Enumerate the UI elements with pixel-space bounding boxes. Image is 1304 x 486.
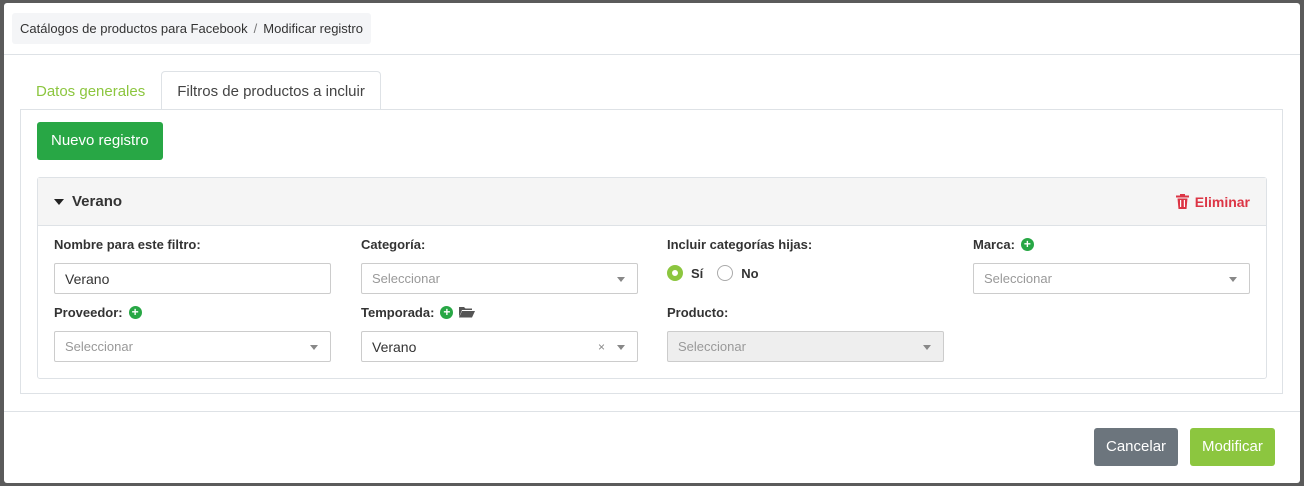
label-producto: Producto: — [667, 304, 729, 320]
delete-button[interactable]: Eliminar — [1175, 193, 1250, 210]
modify-button[interactable]: Modificar — [1190, 428, 1275, 466]
field-incluir: Incluir categorías hijas: Sí No — [667, 235, 944, 281]
producto-select: Seleccionar — [667, 331, 944, 362]
modal-dialog: Catálogos de productos para Facebook / Mod… — [4, 3, 1300, 483]
breadcrumb-separator: / — [253, 21, 258, 36]
label-nombre: Nombre para este filtro: — [54, 236, 201, 252]
tabs: Datos generales Filtros de productos a i… — [20, 71, 381, 111]
folder-open-icon[interactable] — [459, 306, 476, 318]
trash-icon — [1175, 194, 1189, 209]
field-temporada: Temporada: + Verano × — [361, 303, 638, 362]
delete-label: Eliminar — [1194, 193, 1250, 210]
label-temporada: Temporada: — [361, 304, 435, 320]
breadcrumb-item[interactable]: Catálogos de productos para Facebook — [20, 21, 248, 36]
categoria-select[interactable]: Seleccionar — [361, 263, 638, 294]
chevron-down-icon — [617, 345, 625, 350]
radio-no-label: No — [741, 265, 759, 281]
field-marca: Marca: + Seleccionar — [973, 235, 1250, 294]
modal-header: Catálogos de productos para Facebook / Mod… — [4, 3, 1300, 55]
breadcrumb: Catálogos de productos para Facebook / Mod… — [12, 13, 371, 44]
add-temporada-icon[interactable]: + — [440, 305, 454, 319]
filter-card-header[interactable]: Verano Eliminar — [38, 178, 1266, 226]
temporada-select[interactable]: Verano × — [361, 331, 638, 362]
chevron-down-icon — [617, 277, 625, 282]
label-proveedor: Proveedor: — [54, 304, 123, 320]
label-incluir: Incluir categorías hijas: — [667, 236, 813, 252]
cancel-button[interactable]: Cancelar — [1094, 428, 1179, 466]
label-categoria: Categoría: — [361, 236, 426, 252]
footer-divider — [4, 411, 1300, 412]
add-marca-icon[interactable]: + — [1020, 237, 1034, 251]
filter-title: Verano — [72, 193, 123, 210]
proveedor-placeholder: Seleccionar — [65, 339, 133, 354]
radio-unchecked-icon — [717, 265, 734, 281]
temporada-value: Verano — [372, 338, 417, 355]
label-marca: Marca: — [973, 236, 1015, 252]
breadcrumb-current: Modificar registro — [263, 21, 363, 36]
radio-no[interactable]: No — [717, 265, 759, 281]
field-producto: Producto: Seleccionar — [667, 303, 944, 362]
marca-placeholder: Seleccionar — [984, 271, 1052, 286]
new-record-button[interactable]: Nuevo registro — [37, 122, 163, 160]
filter-card: Verano Eliminar Nombre para este filtro:… — [37, 177, 1267, 379]
field-categoria: Categoría: Seleccionar — [361, 235, 638, 294]
radio-si[interactable]: Sí — [667, 265, 703, 281]
tab-datos-generales[interactable]: Datos generales — [20, 71, 161, 111]
producto-placeholder: Seleccionar — [678, 339, 746, 354]
radio-checked-icon — [667, 265, 683, 281]
tab-panel: Nuevo registro Verano Eliminar Nombre pa… — [20, 109, 1283, 394]
nombre-input[interactable]: Verano — [54, 263, 331, 294]
radio-si-label: Sí — [691, 265, 704, 281]
categoria-placeholder: Seleccionar — [372, 271, 440, 286]
chevron-down-icon — [310, 345, 318, 350]
add-proveedor-icon[interactable]: + — [128, 305, 142, 319]
caret-down-icon — [54, 198, 64, 205]
marca-select[interactable]: Seleccionar — [973, 263, 1250, 294]
field-proveedor: Proveedor: + Seleccionar — [54, 303, 331, 362]
chevron-down-icon — [923, 345, 931, 350]
clear-icon[interactable]: × — [598, 340, 605, 354]
proveedor-select[interactable]: Seleccionar — [54, 331, 331, 362]
tab-filtros[interactable]: Filtros de productos a incluir — [161, 71, 381, 110]
field-nombre: Nombre para este filtro: Verano — [54, 235, 331, 294]
chevron-down-icon — [1229, 277, 1237, 282]
